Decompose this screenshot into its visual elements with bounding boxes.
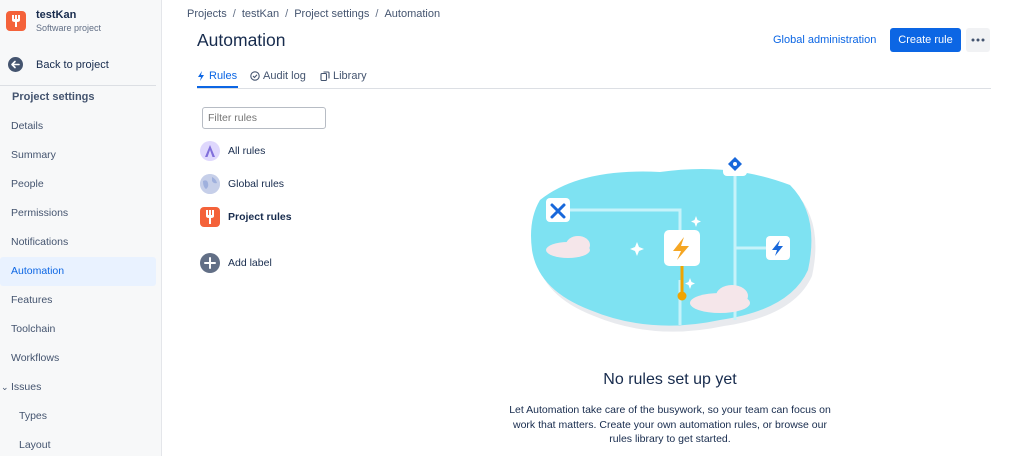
project-header[interactable]: testKan Software project [6, 8, 101, 35]
sidebar-item-issues-label: Issues [11, 381, 42, 393]
breadcrumb-automation[interactable]: Automation [384, 8, 440, 20]
sidebar-nav: Details Summary People Permissions Notif… [0, 112, 156, 456]
active-tab-indicator [197, 86, 238, 88]
breadcrumb-projects[interactable]: Projects [187, 8, 227, 20]
project-type: Software project [36, 23, 102, 33]
breadcrumb-separator: / [375, 8, 379, 20]
arrow-left-icon [8, 57, 23, 72]
plus-icon [200, 253, 220, 273]
breadcrumb-project[interactable]: testKan [242, 8, 279, 20]
rule-group-project-label: Project rules [228, 211, 292, 223]
sidebar-item-details[interactable]: Details [0, 112, 156, 141]
tab-library[interactable]: Library [320, 70, 367, 82]
rule-group-global[interactable]: Global rules [200, 174, 284, 194]
rule-group-all-label: All rules [228, 145, 266, 157]
lightning-icon [198, 71, 204, 81]
more-actions-button[interactable] [966, 28, 990, 52]
back-to-project-label: Back to project [36, 58, 109, 71]
sidebar-item-issues[interactable]: ⌄ Issues [0, 373, 156, 402]
global-administration-link[interactable]: Global administration [773, 34, 876, 46]
add-label-button[interactable]: Add label [200, 253, 272, 273]
tab-audit-log-label: Audit log [263, 70, 306, 82]
tab-bar: Rules Audit log Library [197, 66, 991, 89]
sidebar-item-features[interactable]: Features [0, 286, 156, 315]
sidebar-item-layout[interactable]: Layout [0, 431, 156, 456]
ellipsis-icon [971, 38, 985, 42]
sidebar-item-automation[interactable]: Automation [0, 257, 156, 286]
sidebar-item-types[interactable]: Types [0, 402, 156, 431]
sidebar-item-people[interactable]: People [0, 170, 156, 199]
chevron-down-icon: ⌄ [1, 382, 9, 392]
project-icon [200, 207, 220, 227]
add-label-text: Add label [228, 257, 272, 269]
rule-group-all[interactable]: All rules [200, 141, 265, 161]
sidebar-item-workflows[interactable]: Workflows [0, 344, 156, 373]
rule-group-project[interactable]: Project rules [200, 207, 292, 227]
create-rule-button[interactable]: Create rule [890, 28, 961, 52]
breadcrumb-project-settings[interactable]: Project settings [294, 8, 369, 20]
empty-state-description: Let Automation take care of the busywork… [509, 404, 831, 445]
sidebar-item-summary[interactable]: Summary [0, 141, 156, 170]
back-to-project-link[interactable]: Back to project [8, 57, 109, 72]
breadcrumb-separator: / [232, 8, 236, 20]
check-circle-icon [250, 71, 260, 81]
rule-group-global-label: Global rules [228, 178, 285, 190]
tab-rules-label: Rules [209, 70, 238, 82]
filter-rules-input[interactable] [202, 107, 326, 129]
breadcrumb-separator: / [285, 8, 289, 20]
tab-audit-log[interactable]: Audit log [250, 70, 306, 82]
copy-icon [320, 71, 330, 81]
project-avatar [6, 11, 26, 31]
page-title: Automation [197, 30, 286, 50]
globe-icon [200, 174, 220, 194]
tab-rules[interactable]: Rules [197, 70, 237, 82]
project-name: testKan [36, 9, 77, 21]
empty-state-illustration [520, 150, 820, 340]
sidebar-item-toolchain[interactable]: Toolchain [0, 315, 156, 344]
sidebar-item-notifications[interactable]: Notifications [0, 228, 156, 257]
sidebar: testKan Software project Back to project… [0, 0, 162, 456]
sidebar-item-permissions[interactable]: Permissions [0, 199, 156, 228]
breadcrumb: Projects / testKan / Project settings / … [187, 8, 440, 20]
sidebar-section-title: Project settings [12, 91, 95, 103]
wrench-icon [12, 15, 20, 27]
all-rules-icon [200, 141, 220, 161]
empty-state-title: No rules set up yet [603, 371, 737, 388]
sidebar-divider [0, 85, 156, 86]
tab-library-label: Library [333, 70, 367, 82]
